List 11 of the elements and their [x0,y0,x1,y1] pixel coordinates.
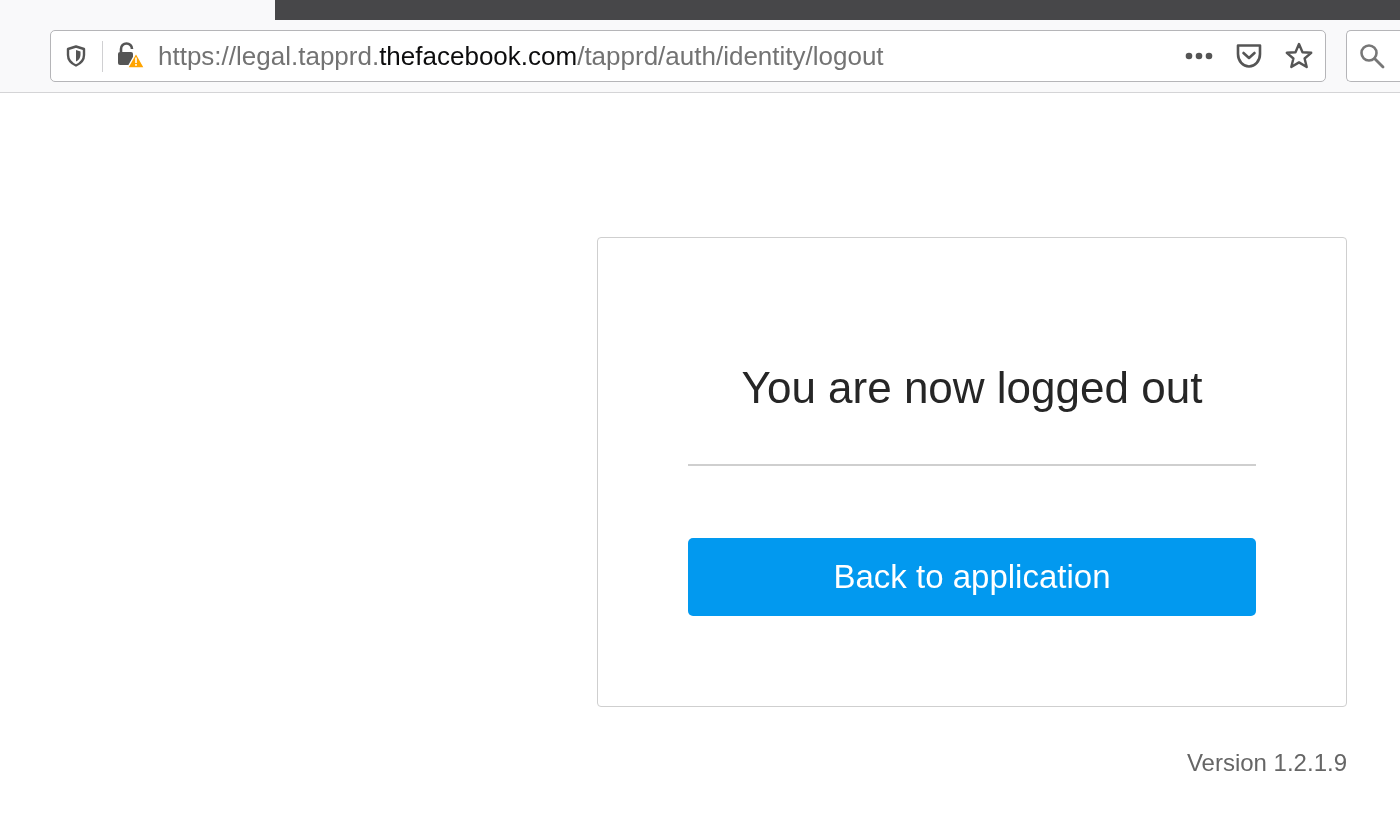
pocket-icon[interactable] [1235,43,1263,69]
lock-warning-icon[interactable] [117,42,145,70]
star-icon[interactable] [1285,42,1313,70]
address-bar[interactable]: https://legal.tapprd.thefacebook.com/tapprd/auth/identity/logout [50,30,1326,82]
version-text: Version 1.2.1.9 [1186,748,1347,777]
search-field[interactable] [1346,30,1400,82]
ellipsis-icon[interactable] [1185,52,1213,60]
shield-icon[interactable] [66,45,86,67]
logout-title: You are now logged out [741,362,1203,414]
url-text: https://legal.tapprd.thefacebook.com/tapprd/auth/identity/logout [158,40,885,72]
search-icon [1359,43,1385,69]
